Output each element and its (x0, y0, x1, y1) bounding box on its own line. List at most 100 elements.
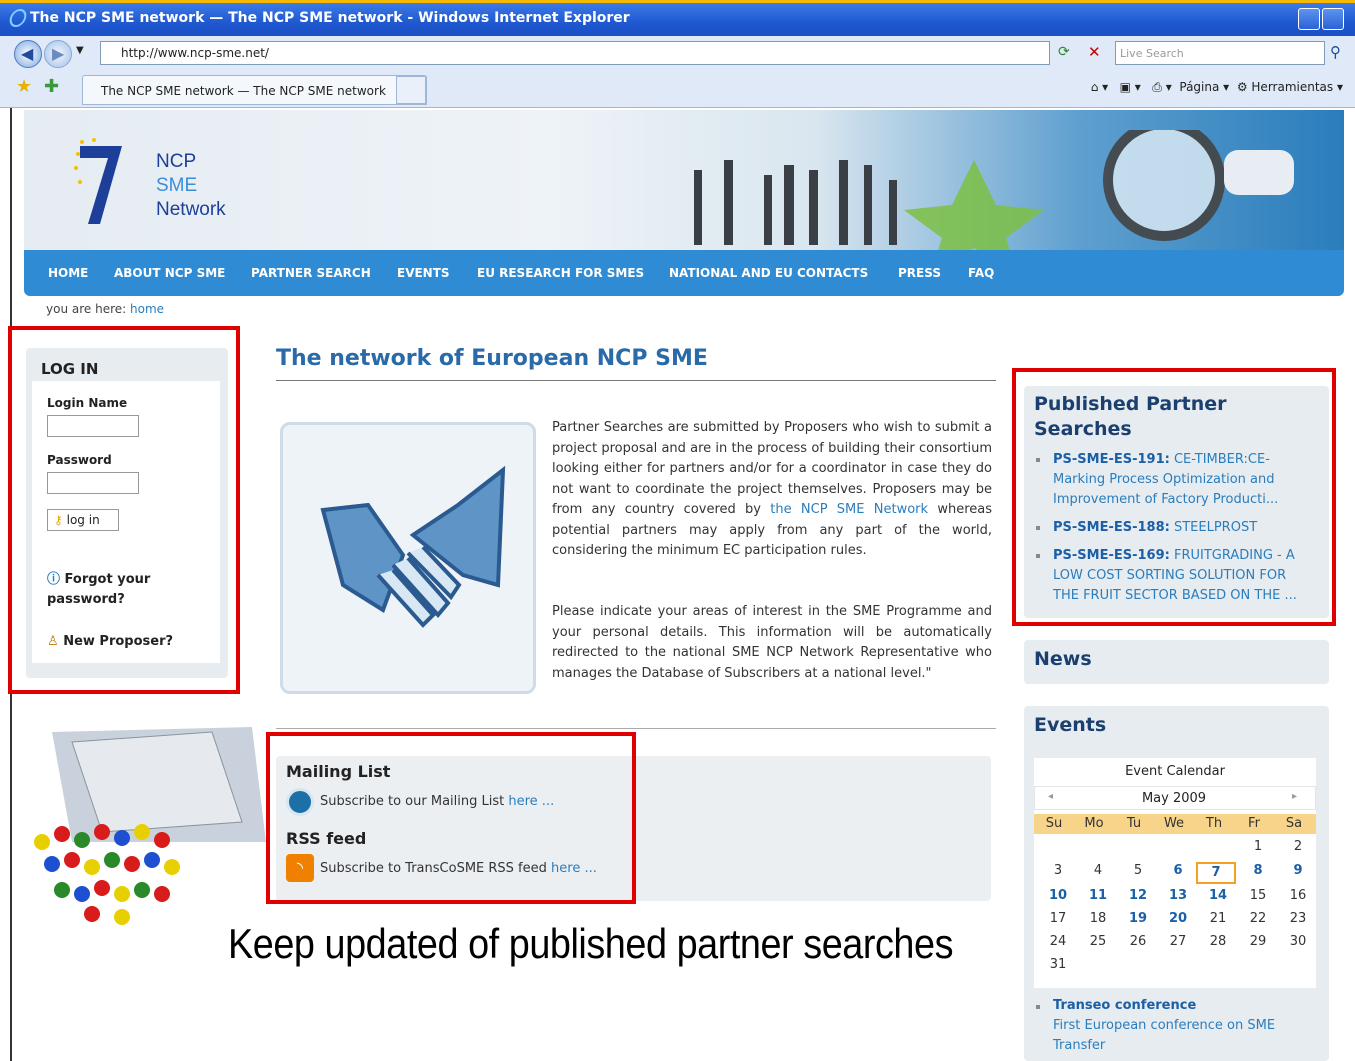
next-month-icon[interactable]: ▸ (1292, 791, 1297, 802)
calendar-day[interactable]: 19 (1122, 910, 1154, 932)
new-tab-button[interactable] (396, 76, 426, 104)
back-button[interactable]: ◀ (14, 40, 42, 68)
info-icon: ⓘ (47, 572, 61, 587)
nav-partner-search[interactable]: PARTNER SEARCH (251, 266, 371, 280)
password-input[interactable] (47, 472, 139, 494)
forgot-password-link[interactable]: ⓘ Forgot your password? (47, 570, 207, 610)
mailing-subscribe-text: Subscribe to our Mailing List here ... (320, 794, 555, 809)
mailing-list-icon (286, 788, 314, 816)
event-calendar: Event Calendar ◂ May 2009 ▸ Su Mo Tu We Th Fr… (1034, 758, 1316, 988)
login-name-label: Login Name (47, 396, 128, 410)
calendar-day: 28 (1209, 934, 1227, 949)
minimize-button[interactable] (1298, 8, 1320, 30)
url-input[interactable]: http://www.ncp-sme.net/ (100, 41, 1050, 65)
event-item[interactable]: Transeo conference First European confere… (1053, 996, 1303, 1056)
refresh-icon[interactable]: ⟳ (1058, 44, 1070, 60)
mailing-here-link[interactable]: here ... (508, 794, 554, 809)
calendar-day: 5 (1133, 863, 1143, 878)
ncp-network-link[interactable]: the NCP SME Network (770, 502, 928, 517)
ie-icon (7, 9, 29, 27)
calendar-day: 16 (1289, 888, 1307, 903)
partner-searches-title: Published Partner Searches (1034, 393, 1227, 440)
weekday-th: Th (1205, 816, 1223, 831)
breadcrumb-home-link[interactable]: home (130, 302, 164, 316)
nav-about[interactable]: ABOUT NCP SME (114, 266, 225, 280)
prev-month-icon[interactable]: ◂ (1048, 791, 1053, 802)
nav-press[interactable]: PRESS (898, 266, 941, 280)
calendar-day: 17 (1049, 911, 1067, 926)
calendar-day[interactable]: 11 (1082, 887, 1114, 909)
home-icon[interactable]: ⌂ ▾ (1091, 80, 1108, 94)
calendar-day[interactable]: 12 (1122, 887, 1154, 909)
news-title[interactable]: News (1034, 648, 1092, 670)
calendar-day[interactable]: 20 (1162, 910, 1194, 932)
ncp-sme-logo[interactable]: NCP SME Network (74, 138, 244, 238)
seven-logo-icon (74, 138, 122, 224)
calendar-day: 29 (1249, 934, 1267, 949)
calendar-day[interactable]: 10 (1042, 887, 1074, 909)
banner-graphic (694, 130, 1294, 250)
login-box: LOG IN Login Name Password ⚷ log in ⓘ Fo… (26, 348, 228, 678)
calendar-day[interactable]: 7 (1196, 862, 1236, 884)
search-icon[interactable]: ⚲ (1330, 43, 1341, 61)
calendar-day: 21 (1209, 911, 1227, 926)
title-divider (276, 380, 996, 381)
command-bar: ⌂ ▾ ▣ ▾ ⎙ ▾ Página ▾ ⚙ Herramientas ▾ (1090, 80, 1343, 94)
favorites-star-icon[interactable]: ★ (16, 76, 32, 97)
calendar-month: May 2009 (1141, 791, 1207, 806)
nav-faq[interactable]: FAQ (968, 266, 994, 280)
calendar-day[interactable]: 9 (1282, 862, 1314, 884)
new-proposer-link[interactable]: ♙ New Proposer? (47, 634, 173, 649)
login-form: Login Name Password ⚷ log in ⓘ Forgot yo… (32, 381, 220, 663)
calendar-day: 30 (1289, 934, 1307, 949)
calendar-title: Event Calendar (1125, 764, 1225, 779)
calendar-day[interactable]: 14 (1202, 887, 1234, 909)
login-button[interactable]: ⚷ log in (47, 509, 119, 531)
calendar-day[interactable]: 8 (1242, 862, 1274, 884)
add-favorite-icon[interactable]: ✚ (44, 76, 59, 97)
user-icon: ♙ (47, 634, 59, 649)
nav-events[interactable]: EVENTS (397, 266, 450, 280)
restore-button[interactable] (1322, 8, 1344, 30)
window-titlebar: The NCP SME network — The NCP SME networ… (0, 0, 1355, 36)
window-title: The NCP SME network — The NCP SME networ… (30, 10, 630, 26)
login-title: LOG IN (41, 360, 99, 378)
handshake-icon (320, 465, 506, 628)
rss-subscribe-text: Subscribe to TransCoSME RSS feed here ..… (320, 861, 597, 876)
weekday-mo: Mo (1084, 816, 1104, 831)
handshake-image (280, 422, 536, 694)
calendar-day[interactable]: 6 (1162, 862, 1194, 884)
feeds-icon[interactable]: ▣ ▾ (1120, 80, 1141, 94)
rss-icon: ◝ (286, 854, 314, 882)
history-dropdown-icon[interactable]: ▼ (76, 45, 84, 56)
calendar-day: 26 (1129, 934, 1147, 949)
page-content: NCP SME Network HOME ABOUT NCP SME PARTN… (8, 108, 1355, 1061)
nav-contacts[interactable]: NATIONAL AND EU CONTACTS (669, 266, 868, 280)
calendar-day: 2 (1293, 839, 1303, 854)
calendar-day[interactable]: 13 (1162, 887, 1194, 909)
tools-menu[interactable]: Herramientas (1251, 80, 1333, 94)
events-title: Events (1034, 714, 1107, 736)
tab-bar: ★ ✚ The NCP SME network — The NCP SME ne… (0, 70, 1355, 108)
rss-here-link[interactable]: here ... (551, 861, 597, 876)
calendar-day: 15 (1249, 888, 1267, 903)
search-input[interactable]: Live Search (1115, 41, 1325, 65)
key-icon: ⚷ (54, 513, 63, 527)
calendar-day: 1 (1253, 839, 1263, 854)
partner-search-item[interactable]: PS-SME-ES-169: FRUITGRADING - A LOW COST… (1053, 546, 1303, 606)
nav-home[interactable]: HOME (48, 266, 88, 280)
gear-icon[interactable]: ⚙ (1237, 80, 1248, 94)
nav-eu-research[interactable]: EU RESEARCH FOR SMES (477, 266, 644, 280)
login-name-input[interactable] (47, 415, 139, 437)
stop-icon[interactable]: ✕ (1088, 43, 1101, 61)
weekday-su: Su (1045, 816, 1063, 831)
print-icon[interactable]: ⎙ ▾ (1152, 80, 1171, 94)
forward-button[interactable]: ▶ (44, 40, 72, 68)
partner-search-item[interactable]: PS-SME-ES-191: CE-TIMBER:CE-Marking Proc… (1053, 450, 1303, 510)
main-navigation: HOME ABOUT NCP SME PARTNER SEARCH EVENTS… (24, 250, 1344, 296)
partner-search-item[interactable]: PS-SME-ES-188: STEELPROST (1053, 518, 1303, 538)
tab-ncp-sme[interactable]: The NCP SME network — The NCP SME networ… (82, 75, 427, 105)
calendar-day: 24 (1049, 934, 1067, 949)
page-menu[interactable]: Página (1179, 80, 1219, 94)
event-title: Transeo conference (1053, 998, 1197, 1013)
